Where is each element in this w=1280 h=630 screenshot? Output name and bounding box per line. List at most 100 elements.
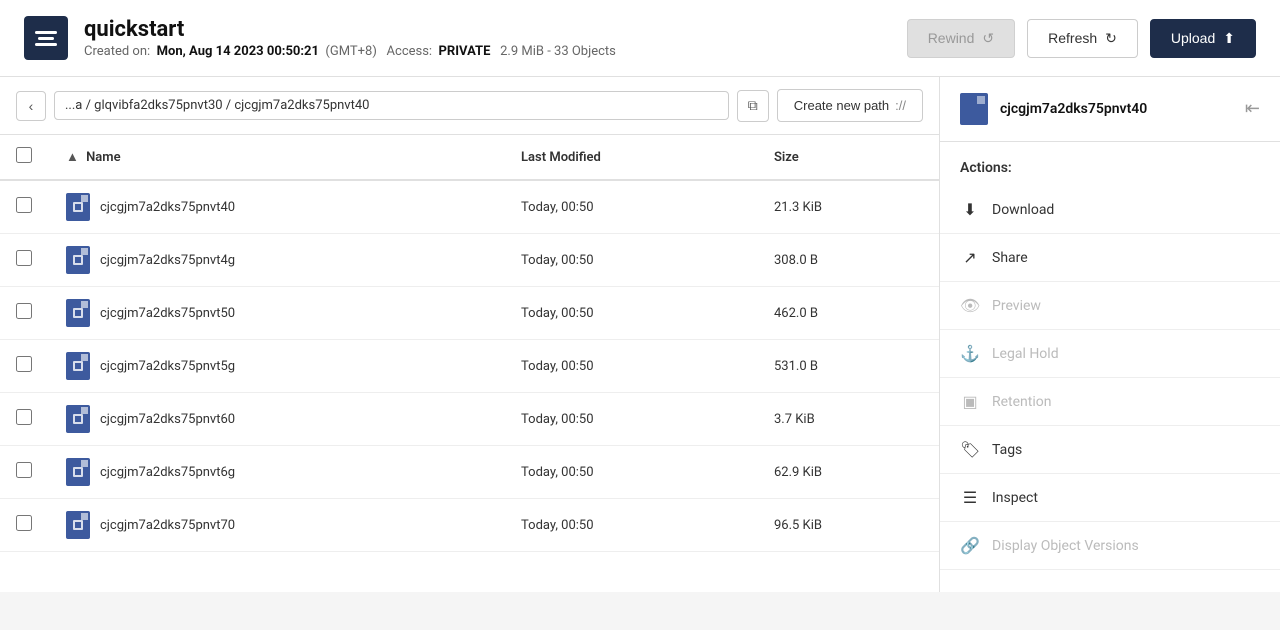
preview-label: Preview <box>992 298 1041 314</box>
row-checkbox[interactable] <box>16 515 32 531</box>
row-modified-cell: Today, 00:50 <box>505 393 758 446</box>
file-name-cell: cjcgjm7a2dks75pnvt50 <box>66 299 489 327</box>
file-type-icon <box>66 299 90 327</box>
table-row[interactable]: cjcgjm7a2dks75pnvt60 Today, 00:50 3.7 Ki… <box>0 393 939 446</box>
action-inspect[interactable]: ☰ Inspect <box>940 474 1280 522</box>
action-share[interactable]: ↗ Share <box>940 234 1280 282</box>
file-icon-inner <box>73 255 83 265</box>
file-name: cjcgjm7a2dks75pnvt6g <box>100 465 235 480</box>
row-modified-cell: Today, 00:50 <box>505 287 758 340</box>
main-content: ‹ ...a / glqvibfa2dks75pnvt30 / cjcgjm7a… <box>0 77 1280 592</box>
copy-icon: ⧉ <box>748 97 758 114</box>
file-name-cell: cjcgjm7a2dks75pnvt6g <box>66 458 489 486</box>
table-row[interactable]: cjcgjm7a2dks75pnvt5g Today, 00:50 531.0 … <box>0 340 939 393</box>
row-checkbox[interactable] <box>16 409 32 425</box>
table-row[interactable]: cjcgjm7a2dks75pnvt70 Today, 00:50 96.5 K… <box>0 499 939 552</box>
action-tags[interactable]: 🏷 Tags <box>940 426 1280 474</box>
share-icon: ↗ <box>960 248 980 267</box>
create-path-button[interactable]: Create new path :// <box>777 89 923 122</box>
refresh-button[interactable]: Refresh ↻ <box>1027 19 1138 58</box>
row-checkbox[interactable] <box>16 303 32 319</box>
legal-hold-label: Legal Hold <box>992 346 1059 362</box>
path-display: ...a / glqvibfa2dks75pnvt30 / cjcgjm7a2d… <box>54 91 729 120</box>
action-download[interactable]: ⬇ Download <box>940 186 1280 234</box>
download-label: Download <box>992 202 1054 218</box>
upload-label: Upload <box>1171 30 1215 46</box>
access-label: Access: <box>387 44 433 59</box>
upload-button[interactable]: Upload ⬆ <box>1150 19 1256 58</box>
detail-file-icon <box>960 93 988 125</box>
create-path-icon: :// <box>895 98 906 113</box>
table-row[interactable]: cjcgjm7a2dks75pnvt40 Today, 00:50 21.3 K… <box>0 180 939 234</box>
file-panel: ‹ ...a / glqvibfa2dks75pnvt30 / cjcgjm7a… <box>0 77 940 592</box>
inspect-icon: ☰ <box>960 488 980 507</box>
copy-path-button[interactable]: ⧉ <box>737 90 769 122</box>
back-button[interactable]: ‹ <box>16 91 46 121</box>
file-name-cell: cjcgjm7a2dks75pnvt4g <box>66 246 489 274</box>
name-col[interactable]: ▲ Name <box>50 135 505 180</box>
detail-filename: cjcgjm7a2dks75pnvt40 <box>1000 101 1147 117</box>
file-icon-inner <box>73 414 83 424</box>
action-retention: ▣ Retention <box>940 378 1280 426</box>
size-col[interactable]: Size <box>758 135 939 180</box>
file-name-cell: cjcgjm7a2dks75pnvt5g <box>66 352 489 380</box>
path-text: ...a / glqvibfa2dks75pnvt30 / cjcgjm7a2d… <box>65 98 369 113</box>
legal-hold-icon: ⚓ <box>960 344 980 363</box>
file-name: cjcgjm7a2dks75pnvt60 <box>100 412 235 427</box>
row-size-cell: 62.9 KiB <box>758 446 939 499</box>
file-icon-inner <box>73 467 83 477</box>
row-modified-cell: Today, 00:50 <box>505 340 758 393</box>
preview-icon: 👁 <box>960 296 980 315</box>
bucket-meta: Created on: Mon, Aug 14 2023 00:50:21 (G… <box>84 44 616 59</box>
header-left: quickstart Created on: Mon, Aug 14 2023 … <box>24 16 616 60</box>
bucket-name: quickstart <box>84 17 616 42</box>
table-row[interactable]: cjcgjm7a2dks75pnvt6g Today, 00:50 62.9 K… <box>0 446 939 499</box>
action-legal-hold: ⚓ Legal Hold <box>940 330 1280 378</box>
row-modified-cell: Today, 00:50 <box>505 499 758 552</box>
row-name-cell: cjcgjm7a2dks75pnvt50 <box>50 287 505 340</box>
row-modified-cell: Today, 00:50 <box>505 180 758 234</box>
sort-arrow-icon: ▲ <box>66 150 79 165</box>
table-row[interactable]: cjcgjm7a2dks75pnvt50 Today, 00:50 462.0 … <box>0 287 939 340</box>
header: quickstart Created on: Mon, Aug 14 2023 … <box>0 0 1280 77</box>
row-checkbox-cell <box>0 499 50 552</box>
row-size-cell: 308.0 B <box>758 234 939 287</box>
upload-icon: ⬆ <box>1223 30 1235 47</box>
rewind-icon: ↺ <box>982 30 994 47</box>
row-name-cell: cjcgjm7a2dks75pnvt6g <box>50 446 505 499</box>
bucket-size: 2.9 MiB - 33 Objects <box>500 44 616 59</box>
select-all-checkbox[interactable] <box>16 147 32 163</box>
retention-icon: ▣ <box>960 392 980 411</box>
file-name-cell: cjcgjm7a2dks75pnvt60 <box>66 405 489 433</box>
rewind-button[interactable]: Rewind ↺ <box>907 19 1015 58</box>
table-row[interactable]: cjcgjm7a2dks75pnvt4g Today, 00:50 308.0 … <box>0 234 939 287</box>
header-actions: Rewind ↺ Refresh ↻ Upload ⬆ <box>907 19 1256 58</box>
row-size-cell: 21.3 KiB <box>758 180 939 234</box>
row-checkbox[interactable] <box>16 197 32 213</box>
file-type-icon <box>66 405 90 433</box>
row-checkbox-cell <box>0 446 50 499</box>
file-name: cjcgjm7a2dks75pnvt70 <box>100 518 235 533</box>
modified-col[interactable]: Last Modified <box>505 135 758 180</box>
row-checkbox[interactable] <box>16 250 32 266</box>
detail-close-button[interactable]: ⇤ <box>1245 100 1260 118</box>
tags-label: Tags <box>992 442 1022 458</box>
row-size-cell: 531.0 B <box>758 340 939 393</box>
rewind-label: Rewind <box>928 30 975 46</box>
row-name-cell: cjcgjm7a2dks75pnvt40 <box>50 180 505 234</box>
file-name-cell: cjcgjm7a2dks75pnvt40 <box>66 193 489 221</box>
row-checkbox[interactable] <box>16 356 32 372</box>
file-icon-inner <box>73 202 83 212</box>
row-modified-cell: Today, 00:50 <box>505 234 758 287</box>
row-size-cell: 96.5 KiB <box>758 499 939 552</box>
detail-actions-section: Actions: ⬇ Download ↗ Share 👁 Preview ⚓ … <box>940 142 1280 574</box>
row-checkbox[interactable] <box>16 462 32 478</box>
file-type-icon <box>66 511 90 539</box>
create-path-label: Create new path <box>794 98 889 113</box>
file-type-icon <box>66 352 90 380</box>
file-name: cjcgjm7a2dks75pnvt4g <box>100 253 235 268</box>
col-name-label: Name <box>86 150 120 165</box>
files-table: ▲ Name Last Modified Size <box>0 135 939 552</box>
timezone: (GMT+8) <box>325 44 376 59</box>
row-checkbox-cell <box>0 180 50 234</box>
